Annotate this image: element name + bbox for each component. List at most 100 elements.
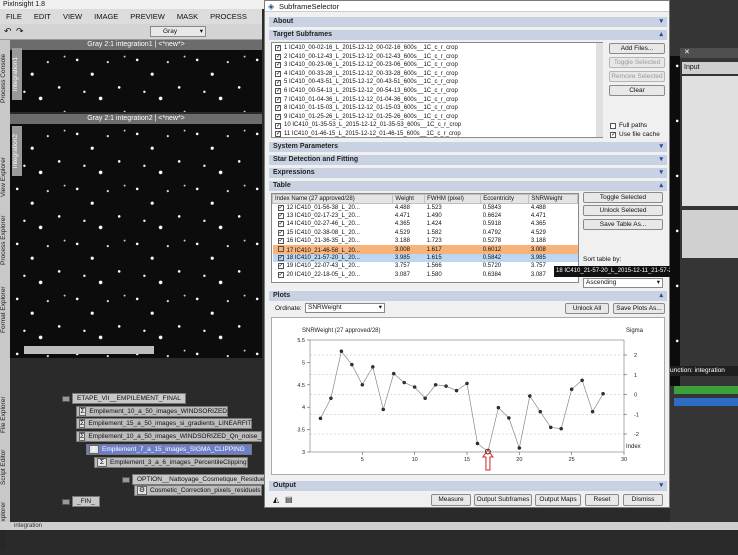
tab-view-explorer[interactable]: View Explorer [0,150,10,205]
option-container-header[interactable]: OPTION__Nattoyage_Cosmetique_Residuel [122,474,271,485]
image-view[interactable] [10,50,262,112]
tab-format-explorer[interactable]: Format Explorer [0,280,10,340]
dismiss-button[interactable]: Dismiss [623,494,663,506]
process-item[interactable]: Σ Empilement_10_a_50_images_WINDSORIZED [76,406,228,417]
reset-button[interactable]: Reset [585,494,619,506]
process-item[interactable]: Σ Empilement_3_a_6_images_PercentileClipp… [94,457,248,468]
vertical-scrollbar[interactable] [596,43,603,137]
section-expressions[interactable]: Expressions ▾ [269,168,667,178]
checkbox[interactable]: ✓ [277,221,284,228]
output-maps-button[interactable]: Output Maps [535,494,581,506]
checkbox[interactable]: ✓ [275,105,281,112]
checkbox[interactable]: ✓ [277,238,284,245]
table-row[interactable]: 17 IC410_21-46-58_L_20... 3.008 1.617 0.601… [272,245,578,254]
subframe-list[interactable]: ✓ 1 IC410_00-02-16_L_2015-12-12_00-02-16_… [271,42,603,138]
table-row[interactable]: ✓ 13 IC410_02-17-23_L_20... 4.471 1.490 0.66… [273,212,578,220]
list-item[interactable]: ✓ 5 IC410_00-43-51_L_2015-12-12_00-43-51_… [272,78,602,87]
clear-button[interactable]: Clear [609,85,665,96]
checkbox[interactable]: ✓ [275,122,281,129]
colorspace-select[interactable]: Gray ▾ [150,26,206,37]
process-item[interactable]: Σ Empilement_15_a_50_images_si_gradients_… [76,418,252,429]
column-header[interactable]: SNRWeight [528,194,578,204]
menu-mask[interactable]: MASK [177,12,198,21]
checkbox[interactable]: ✓ [275,53,281,60]
tab-process-explorer[interactable]: Process Explorer [0,210,10,270]
redo-icon[interactable]: ↷ [16,26,24,37]
section-star-detection[interactable]: Star Detection and Fitting ▾ [269,155,667,165]
section-plots[interactable]: Plots ▴ [269,291,667,301]
measurements-table[interactable]: Index Name (27 approved/28) Weight FWHM … [271,193,579,283]
section-target-subframes[interactable]: Target Subframes ▴ [269,30,667,40]
checkbox[interactable]: ✓ [277,271,284,278]
section-output[interactable]: Output ▾ [269,481,667,491]
unlock-selected-button[interactable]: Unlock Selected [583,205,663,216]
image-view[interactable] [10,124,262,358]
image-window-1[interactable]: Gray 2:1 integration1 | <*new*> [10,40,262,112]
menu-preview[interactable]: PREVIEW [130,12,165,21]
process-item[interactable]: ⚙ Cosmetic_Correction_pixels_residuels [134,485,262,496]
plot-area[interactable]: 3 3.5 4 4.5 5 5.5 5 10 15 20 25 30 2 1 0 -1 -2 SNRWeight … [271,317,665,475]
table-row[interactable]: ✓ 14 IC410_02-27-46_L_20... 4.365 1.424 0.59… [273,220,578,228]
list-item[interactable]: ✓ 8 IC410_01-15-03_L_2015-12-12_01-15-03_… [272,104,602,113]
checkbox[interactable]: ✓ [275,88,281,95]
section-table[interactable]: Table ▴ [269,181,667,191]
menu-edit[interactable]: EDIT [34,12,51,21]
checkbox[interactable]: ✓ [275,79,281,86]
file-cache-checkbox[interactable]: ✓ Use file cache [607,131,660,138]
sort-order-select[interactable]: Ascending ▾ [583,278,663,288]
list-item[interactable]: ✓ 3 IC410_00-23-06_L_2015-12-12_00-23-06_… [272,61,602,70]
section-system-parameters[interactable]: System Parameters ▾ [269,142,667,152]
toggle-selected-table-button[interactable]: Toggle Selected [583,192,663,203]
checkbox[interactable]: ✓ [277,204,284,211]
checkbox[interactable]: ✓ [277,229,284,236]
menu-view[interactable]: VIEW [63,12,82,21]
add-files-button[interactable]: Add Files... [609,43,665,54]
process-item[interactable]: Σ Empilement_10_a_50_images_WINDSORIZED_Q… [76,431,262,442]
checkbox[interactable]: ✓ [277,255,284,262]
menu-process[interactable]: PROCESS [210,12,247,21]
list-item[interactable]: ✓ 6 IC410_00-54-13_L_2015-12-12_00-54-13_… [272,87,602,96]
document-icon[interactable]: ▤ [285,495,293,504]
tab-file-explorer[interactable]: File Explorer [0,390,10,440]
checkbox[interactable] [277,245,284,252]
remove-selected-button[interactable]: Remove Selected [609,71,665,82]
process-item-selected[interactable]: Σ Empilement_7_a_15_images_SIGMA_CLIPPING [86,444,252,455]
image-side-tab[interactable]: integration1 [12,48,22,100]
list-item[interactable]: ✓ 7 IC410_01-04-36_L_2015-12-12_01-04-36_… [272,96,602,105]
checkbox[interactable]: ✓ [275,62,281,69]
image-window-2[interactable]: Gray 2:1 integration2 | <*new*> [10,114,262,358]
menu-file[interactable]: FILE [6,12,22,21]
table-row[interactable]: ✓ 16 IC410_21-36-35_L_20... 3.188 1.723 0.52… [273,237,578,245]
ordinate-select[interactable]: SNRWeight ▾ [305,303,385,313]
checkbox[interactable]: ✓ [275,71,281,78]
table-row[interactable]: ✓ 19 IC410_22-07-43_L_20... 3.757 1.566 0.57… [273,262,578,270]
horizontal-scrollbar[interactable] [24,346,154,354]
save-plots-button[interactable]: Save Plots As... [613,303,665,314]
output-subframes-button[interactable]: Output Subframes [474,494,532,506]
list-item[interactable]: ✓ 1 IC410_00-02-16_L_2015-12-12_00-02-16_… [272,44,602,53]
section-about[interactable]: About ▾ [269,17,667,27]
new-instance-icon[interactable]: ◭ [273,495,279,504]
save-table-button[interactable]: Save Table As... [583,219,663,230]
table-row[interactable]: ✓ 20 IC410_22-18-05_L_20... 3.087 1.580 0.63… [273,271,578,279]
checkbox[interactable]: ✓ [277,213,284,220]
tab-process-console[interactable]: Process Console [0,48,10,108]
toggle-selected-button[interactable]: Toggle Selected [609,57,665,68]
checkbox[interactable]: ✓ [275,131,281,137]
column-header[interactable]: Index Name (27 approved/28) [272,194,394,204]
checkbox[interactable]: ✓ [275,45,281,52]
list-item[interactable]: ✓ 2 IC410_00-12-43_L_2015-12-12_00-12-43_… [272,53,602,62]
column-header[interactable]: Eccentricity [480,194,530,204]
undo-icon[interactable]: ↶ [4,26,12,37]
checkbox[interactable]: ✓ [277,263,284,270]
checkbox[interactable]: ✓ [275,96,281,103]
fin-container[interactable]: _FIN_ [62,496,100,507]
process-container-header[interactable]: ETAPE_VII__EMPILEMENT_FINAL [62,393,186,404]
image-side-tab[interactable]: integration2 [12,126,22,176]
snr-weight-plot[interactable]: 33.544.555.55 10 15 20 25 30210-1-2SNRWeight … [272,318,666,476]
full-paths-checkbox[interactable]: Full paths [607,122,647,129]
list-item[interactable]: ✓ 9 IC410_01-25-26_L_2015-12-12_01-25-26_… [272,113,602,122]
column-header[interactable]: Weight [392,194,426,204]
close-icon[interactable]: ✕ [680,48,738,58]
unlock-all-button[interactable]: Unlock All [565,303,609,314]
